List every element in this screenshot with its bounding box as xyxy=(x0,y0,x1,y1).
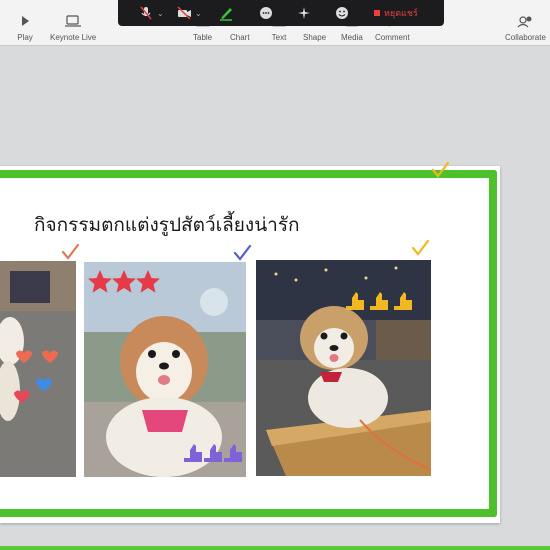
collaborate-button[interactable]: Collaborate xyxy=(505,13,546,42)
reactions-button[interactable] xyxy=(334,4,350,22)
mic-muted-icon xyxy=(140,6,152,20)
effects-button[interactable] xyxy=(296,4,312,22)
stop-icon xyxy=(374,10,380,16)
checkmark-icon xyxy=(431,161,450,178)
chat-icon xyxy=(260,7,272,19)
bottom-green-strip xyxy=(0,546,550,550)
annotate-pen-icon xyxy=(220,8,232,21)
checkmark-icon xyxy=(61,243,80,260)
keynote-live-button[interactable]: Keynote Live xyxy=(50,13,96,42)
play-label: Play xyxy=(17,33,33,42)
video-button[interactable]: ⌄ xyxy=(176,4,202,22)
keynote-live-label: Keynote Live xyxy=(50,33,97,42)
pet-photo-2[interactable] xyxy=(84,262,246,477)
shape-label: Shape xyxy=(303,33,327,42)
stop-share-button[interactable]: หยุดแชร์ xyxy=(374,5,418,21)
keynote-live-icon xyxy=(65,15,82,27)
slide-canvas[interactable]: กิจกรรมตกแต่งรูปสัตว์เลี้ยงน่ารัก xyxy=(0,46,550,546)
screen-share-control-bar: ⌄ ⌄ หยุดแชร์ xyxy=(118,0,444,26)
comment-label: Comment xyxy=(375,33,410,42)
play-icon xyxy=(22,16,29,26)
chevron-down-icon[interactable]: ⌄ xyxy=(157,9,164,18)
checkmark-icon xyxy=(233,244,252,261)
chevron-down-icon[interactable]: ⌄ xyxy=(195,9,202,18)
media-label: Media xyxy=(341,33,363,42)
pet-photo-1[interactable] xyxy=(0,261,76,477)
text-label: Text xyxy=(271,33,287,42)
table-label: Table xyxy=(193,33,213,42)
slide-title[interactable]: กิจกรรมตกแต่งรูปสัตว์เลี้ยงน่ารัก xyxy=(34,210,300,240)
stop-share-label: หยุดแชร์ xyxy=(384,9,418,19)
collaborate-label: Collaborate xyxy=(505,33,546,42)
mute-button[interactable]: ⌄ xyxy=(138,4,164,22)
chat-button[interactable] xyxy=(258,4,274,22)
emoji-icon xyxy=(336,7,348,19)
collaborate-icon xyxy=(518,16,532,28)
sparkle-icon xyxy=(298,7,310,19)
pet-photo-3[interactable] xyxy=(256,260,431,476)
annotate-button[interactable] xyxy=(218,4,234,22)
chart-label: Chart xyxy=(230,33,250,42)
slide[interactable]: กิจกรรมตกแต่งรูปสัตว์เลี้ยงน่ารัก xyxy=(0,161,500,523)
video-off-icon xyxy=(177,6,191,20)
checkmark-icon xyxy=(411,239,430,256)
play-button[interactable]: Play xyxy=(16,13,34,42)
